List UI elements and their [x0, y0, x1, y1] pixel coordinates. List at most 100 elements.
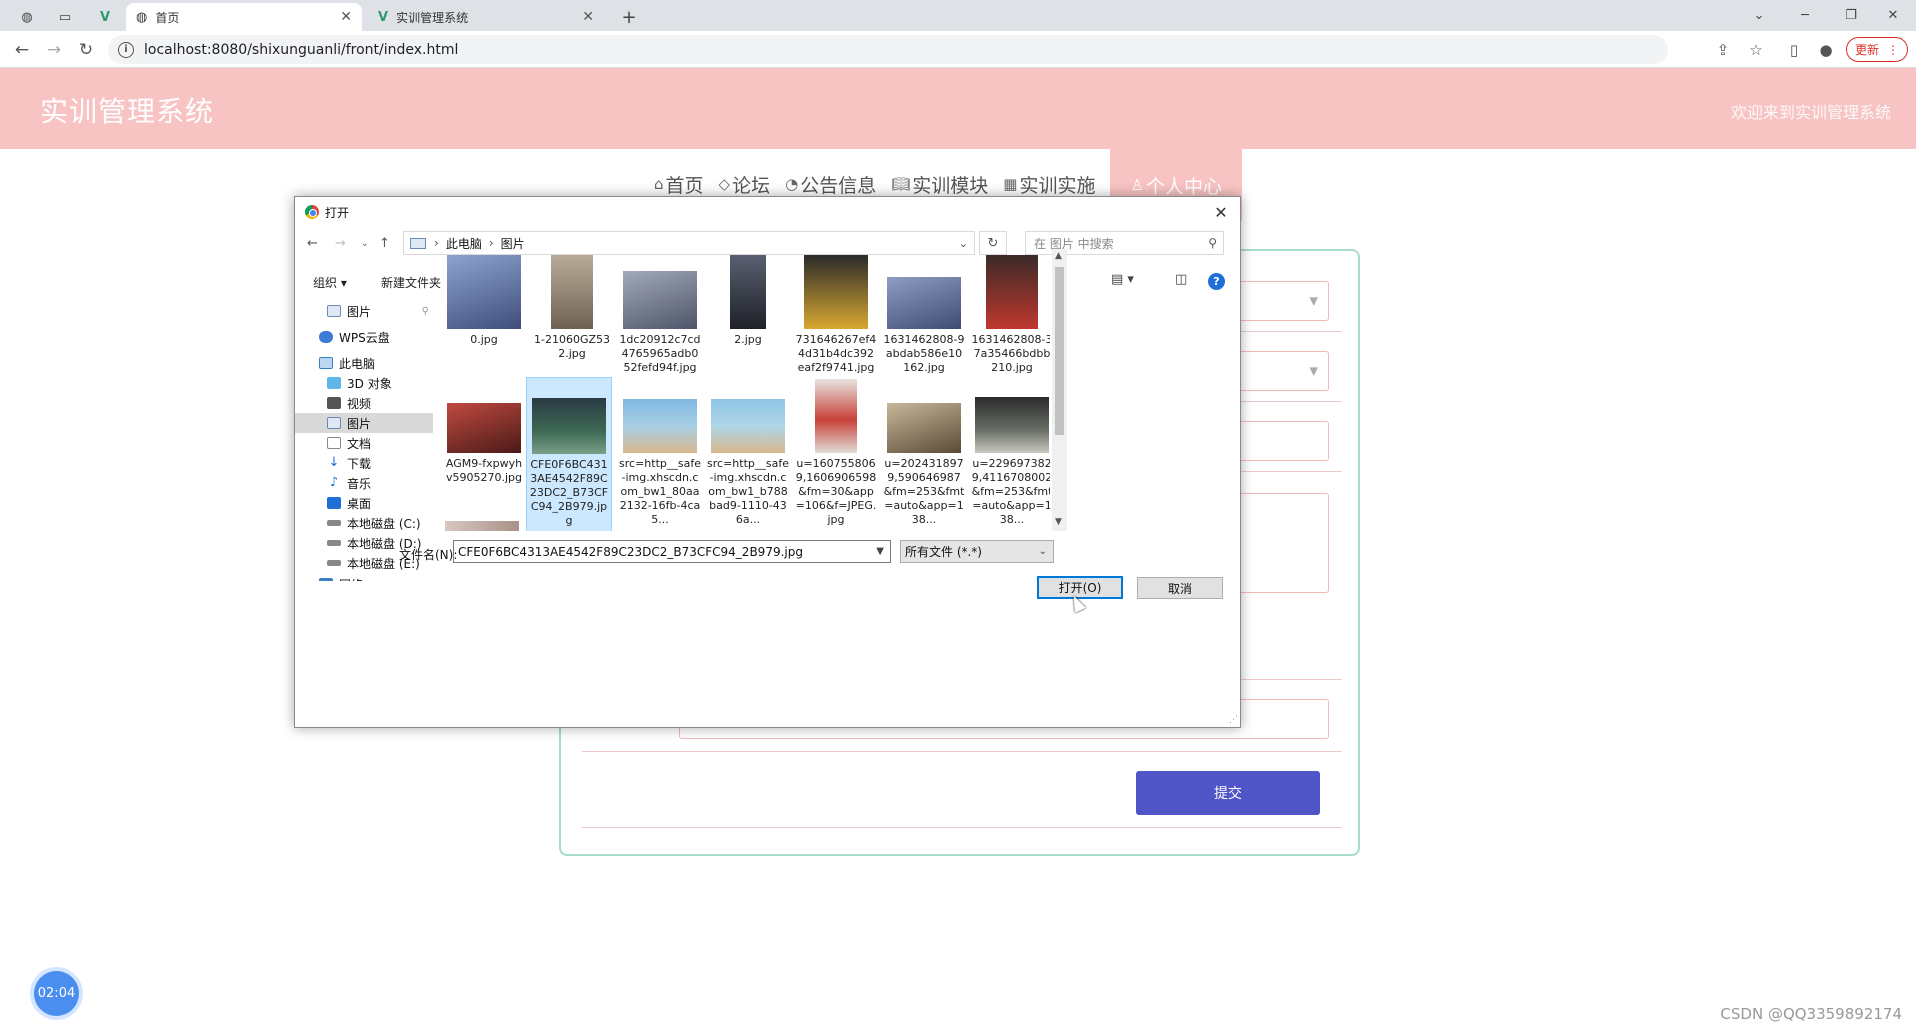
tree-item-network[interactable]: 网络: [295, 574, 433, 581]
chevron-down-icon: ▼: [1309, 294, 1318, 308]
music-icon: ♪: [329, 475, 339, 490]
tree-label: 网络: [339, 576, 363, 582]
star-icon[interactable]: ☆: [1745, 39, 1767, 61]
tree-item-pictures[interactable]: 图片: [295, 413, 433, 433]
pin-icon: ⚲: [421, 305, 429, 317]
tab-system[interactable]: V 实训管理系统 ✕: [368, 3, 604, 31]
filename-input[interactable]: CFE0F6BC4313AE4542F89C23DC2_B73CFC94_2B9…: [453, 540, 891, 563]
file-item[interactable]: 0.jpg: [441, 255, 527, 347]
tree-item-wps-cloud[interactable]: WPS云盘: [295, 327, 433, 347]
tree-item-music[interactable]: ♪ 音乐: [295, 473, 433, 493]
close-icon[interactable]: ✕: [582, 9, 594, 25]
file-item[interactable]: u=1607558069,1606906598&fm=30&app=106&f=…: [793, 379, 879, 527]
scroll-thumb[interactable]: [1055, 267, 1064, 435]
back-icon[interactable]: ←: [307, 236, 318, 251]
file-item[interactable]: src=http__safe-img.xhscdn.com_bw1_b788ba…: [705, 379, 791, 527]
reload-icon[interactable]: ↻: [74, 38, 98, 62]
divider: [582, 827, 1342, 828]
back-icon[interactable]: ←: [10, 38, 34, 62]
file-item-selected[interactable]: CFE0F6BC4313AE4542F89C23DC2_B73CFC94_2B9…: [526, 377, 612, 531]
nav-label: 个人中心: [1145, 175, 1222, 198]
file-grid-scrollbar[interactable]: ▲ ▼: [1052, 249, 1067, 531]
file-name: 731646267ef44d31b4dc392eaf2f9741.jpg: [795, 333, 877, 374]
file-item[interactable]: 1dc20912c7cd4765965adb052fefd94f.jpg: [617, 255, 703, 375]
restore-icon[interactable]: ❐: [1828, 2, 1874, 28]
file-name: 1-21060GZ532.jpg: [533, 333, 611, 360]
tree-item-videos[interactable]: 视频: [295, 393, 433, 413]
image-thumbnail: [711, 399, 785, 453]
desktop-icon: [327, 497, 341, 509]
submit-button[interactable]: 提交: [1136, 771, 1320, 815]
minimize-icon[interactable]: ─: [1782, 2, 1828, 28]
profile-icon[interactable]: ●: [1815, 39, 1837, 61]
tab-search-icon[interactable]: ⌄: [1736, 2, 1782, 28]
tree-item-this-pc[interactable]: 此电脑: [295, 353, 433, 373]
scroll-up-icon[interactable]: ▲: [1055, 251, 1062, 261]
site-header: 实训管理系统 欢迎来到实训管理系统: [0, 68, 1916, 149]
organize-button[interactable]: 组织 ▾: [313, 274, 347, 291]
file-name: src=http__safe-img.xhscdn.com_bw1_b788ba…: [707, 457, 789, 526]
blank-tab-icon[interactable]: ▭: [48, 4, 82, 30]
file-name: 1631462808-37a35466bdbb210.jpg: [971, 333, 1050, 374]
preview-pane-icon[interactable]: ◫: [1175, 272, 1187, 287]
vue-icon[interactable]: V: [88, 4, 122, 30]
file-name: 1dc20912c7cd4765965adb052fefd94f.jpg: [619, 333, 701, 374]
pictures-icon: [327, 417, 341, 429]
nav-label: 实训模块: [912, 174, 989, 197]
cancel-button[interactable]: 取消: [1137, 577, 1223, 599]
window-close-icon[interactable]: ✕: [1870, 2, 1916, 28]
tree-label: 本地磁盘 (C:): [347, 516, 421, 531]
file-item[interactable]: AGM9-fxpwyhv5905270.jpg: [441, 379, 527, 485]
file-item[interactable]: 2.jpg: [705, 255, 791, 347]
drive-icon: [327, 540, 341, 546]
tree-item-documents[interactable]: 文档: [295, 433, 433, 453]
forward-icon[interactable]: →: [335, 236, 346, 251]
tree-label: 图片: [347, 304, 372, 319]
view-options-icon[interactable]: ▤ ▾: [1111, 272, 1134, 287]
file-item[interactable]: u=2296973829,4116708002&fm=253&fmt=auto&…: [969, 379, 1050, 527]
new-folder-button[interactable]: 新建文件夹: [381, 274, 441, 291]
file-item[interactable]: 731646267ef44d31b4dc392eaf2f9741.jpg: [793, 255, 879, 375]
filetype-select[interactable]: 所有文件 (*.*) ⌄: [900, 540, 1054, 563]
file-item[interactable]: 1631462808-37a35466bdbb210.jpg: [969, 255, 1050, 375]
close-icon[interactable]: ✕: [340, 9, 352, 25]
recent-dropdown-icon[interactable]: ⌄: [361, 239, 369, 249]
tree-item-drive-c[interactable]: 本地磁盘 (C:): [295, 513, 433, 533]
up-icon[interactable]: ↑: [379, 236, 390, 251]
file-item[interactable]: 1-21060GZ532.jpg: [529, 255, 615, 361]
new-tab-icon[interactable]: +: [612, 4, 646, 30]
chevron-down-icon[interactable]: ▼: [876, 546, 884, 557]
tree-item-desktop[interactable]: 桌面: [295, 493, 433, 513]
document-icon: [327, 437, 341, 449]
chevron-down-icon: ▼: [1309, 364, 1318, 378]
nav-label: 首页: [665, 174, 704, 197]
share-icon[interactable]: ⇪: [1712, 39, 1734, 61]
url-bar[interactable]: i localhost:8080/shixunguanli/front/inde…: [108, 35, 1668, 64]
side-panel-icon[interactable]: ▯: [1783, 39, 1805, 61]
scroll-down-icon[interactable]: ▼: [1055, 517, 1062, 527]
image-thumbnail-partial[interactable]: [445, 521, 519, 531]
help-icon[interactable]: ?: [1208, 273, 1225, 290]
file-item[interactable]: u=2024318979,590646987&fm=253&fmt=auto&a…: [881, 379, 967, 527]
tree-label: 3D 对象: [347, 376, 392, 391]
tree-item-pictures-quick[interactable]: 图片 ⚲: [295, 301, 433, 321]
nav-label: 论坛: [732, 174, 771, 197]
file-item[interactable]: 1631462808-9abdab586e10162.jpg: [881, 255, 967, 375]
tree-item-downloads[interactable]: ↓ 下载: [295, 453, 433, 473]
chevron-down-icon[interactable]: ⌄: [959, 237, 968, 250]
tree-item-3d-objects[interactable]: 3D 对象: [295, 373, 433, 393]
image-thumbnail: [887, 403, 961, 453]
chevron-right-icon: ›: [488, 236, 494, 250]
close-icon[interactable]: ✕: [1208, 199, 1234, 225]
vue-icon: V: [378, 9, 389, 25]
network-icon: [319, 578, 333, 581]
cube-icon: [327, 377, 341, 389]
update-button[interactable]: 更新 ⋮: [1845, 37, 1908, 62]
file-item[interactable]: src=http__safe-img.xhscdn.com_bw1_80aa21…: [617, 379, 703, 527]
info-icon[interactable]: i: [118, 41, 134, 58]
resize-grip-icon[interactable]: ⋰: [1229, 715, 1238, 725]
globe-icon[interactable]: ◍: [10, 4, 44, 30]
tab-home[interactable]: ◍ 首页 ✕: [126, 3, 362, 31]
image-thumbnail: [887, 277, 961, 329]
forward-icon[interactable]: →: [42, 38, 66, 62]
